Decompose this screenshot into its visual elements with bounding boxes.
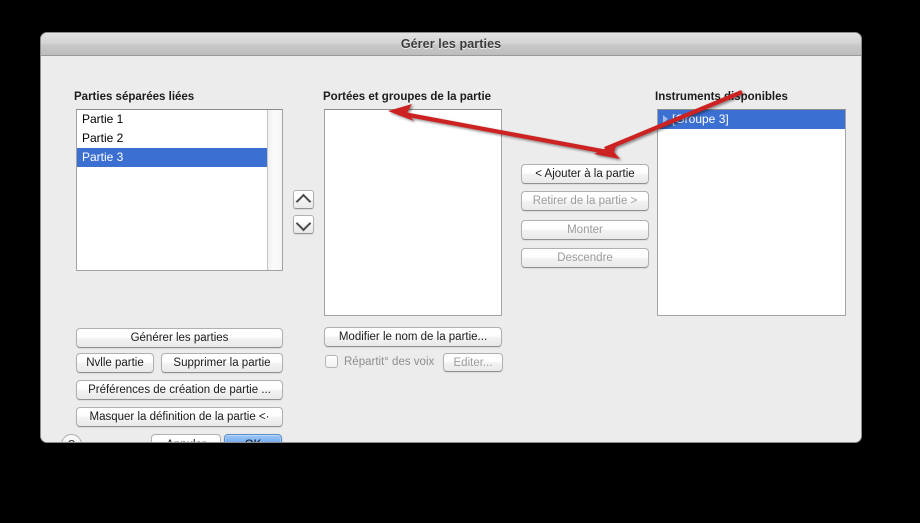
part-staves-groups-label: Portées et groupes de la partie [323,91,492,103]
move-up-button[interactable]: Monter [521,220,649,240]
linked-parts-scrollbar[interactable] [267,110,282,270]
ok-button[interactable]: OK [224,434,282,442]
voice-distribution-label: Répartit° des voix [344,355,435,368]
part-staves-listbox[interactable] [324,109,502,316]
part-staves-rows [325,110,501,315]
rename-part-button[interactable]: Modifier le nom de la partie... [324,327,502,347]
linked-parts-label: Parties séparées liées [74,91,195,103]
list-item[interactable]: Partie 2 [77,129,267,148]
dialog-content: Parties séparées liées Partie 1 Partie 2… [41,56,861,442]
chevron-down-icon [295,215,312,231]
delete-part-button[interactable]: Supprimer la partie [161,353,283,373]
list-item[interactable]: Partie 1 [77,110,267,129]
screen: Gérer les parties Parties séparées liées… [0,0,920,523]
list-item-label: [Groupe 3] [672,112,729,126]
available-instruments-rows: [Groupe 3] [658,110,845,315]
new-part-button[interactable]: Nvlle partie [76,353,154,373]
part-creation-preferences-button[interactable]: Préférences de création de partie ... [76,380,283,400]
voice-distribution-row: Répartit° des voix [325,355,434,368]
linked-parts-rows: Partie 1 Partie 2 Partie 3 [77,110,267,270]
move-part-down-button[interactable] [293,215,314,234]
available-instruments-label: Instruments disponibles [655,91,788,103]
list-item[interactable]: [Groupe 3] [658,110,845,129]
linked-parts-listbox[interactable]: Partie 1 Partie 2 Partie 3 [76,109,283,271]
hide-part-definition-button[interactable]: Masquer la définition de la partie <· [76,407,283,427]
disclosure-triangle-icon[interactable] [663,114,668,123]
voice-distribution-checkbox[interactable] [325,355,338,368]
help-button[interactable]: ? [61,434,82,442]
list-item[interactable]: Partie 3 [77,148,267,167]
available-instruments-listbox[interactable]: [Groupe 3] [657,109,846,316]
cancel-button[interactable]: Annuler [151,434,221,442]
dialog-titlebar: Gérer les parties [41,33,861,56]
remove-from-part-button[interactable]: Retirer de la partie > [521,191,649,211]
manage-parts-dialog: Gérer les parties Parties séparées liées… [40,32,862,443]
add-to-part-button[interactable]: < Ajouter à la partie [521,164,649,184]
dialog-title: Gérer les parties [400,37,502,51]
chevron-up-icon [295,193,312,209]
move-part-up-button[interactable] [293,190,314,209]
generate-parts-button[interactable]: Générer les parties [76,328,283,348]
voice-distribution-edit-button[interactable]: Editer... [443,353,503,372]
move-down-button[interactable]: Descendre [521,248,649,268]
